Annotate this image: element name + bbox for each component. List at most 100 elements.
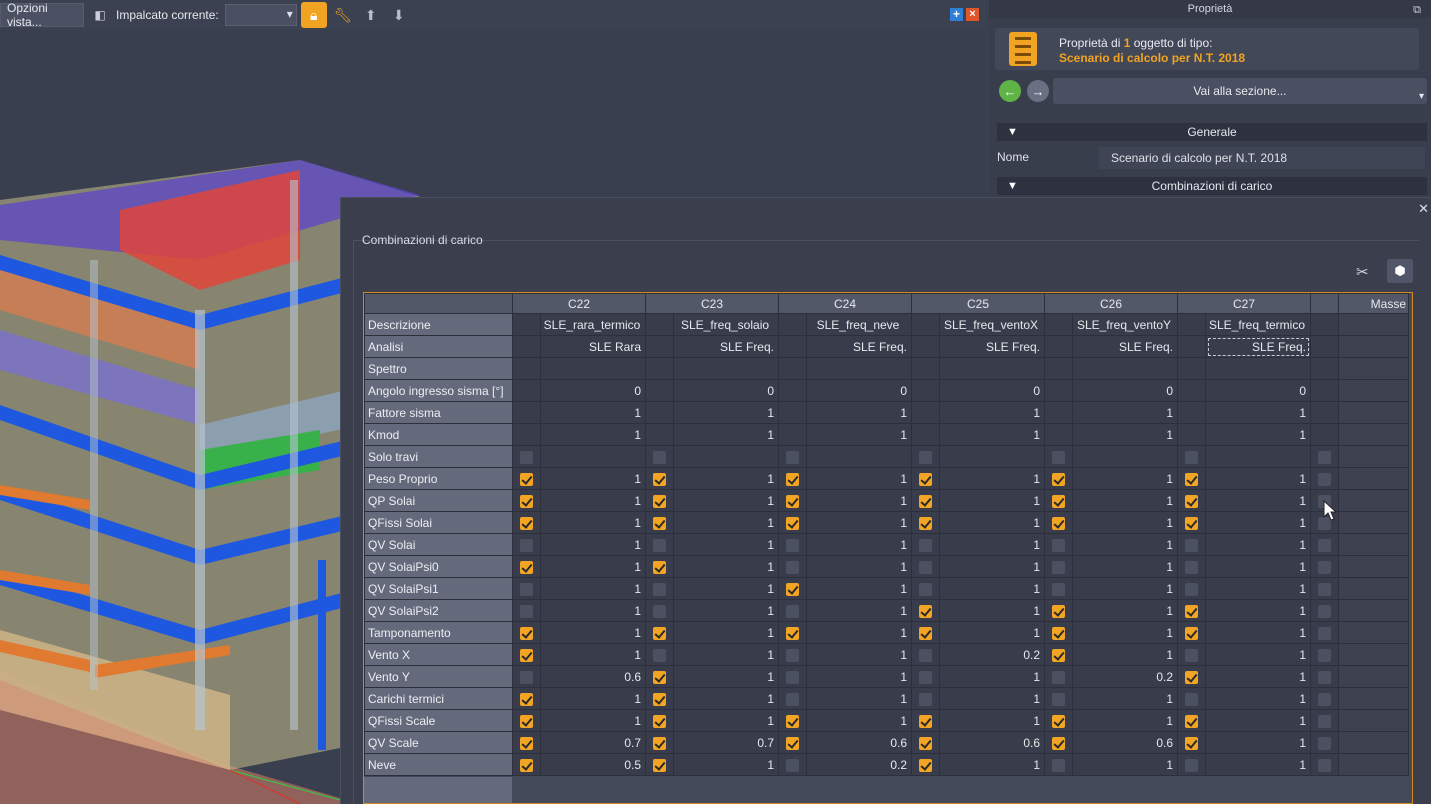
value-cell[interactable]: 1 [673, 621, 779, 644]
value-cell[interactable]: 1 [1072, 621, 1178, 644]
masses-cell[interactable] [1338, 753, 1409, 776]
value-cell[interactable]: 0 [540, 379, 646, 402]
value-cell[interactable]: 1 [939, 621, 1045, 644]
value-cell[interactable]: 1 [673, 489, 779, 512]
include-cell[interactable] [512, 753, 541, 776]
value-cell[interactable]: 1 [1072, 577, 1178, 600]
include-cell[interactable] [1044, 665, 1073, 688]
include-checkbox[interactable] [1185, 560, 1198, 574]
value-cell[interactable]: 1 [806, 555, 912, 578]
value-cell[interactable]: 1 [673, 467, 779, 490]
value-cell[interactable]: SLE Freq. [1072, 335, 1178, 358]
include-checkbox[interactable] [520, 560, 533, 574]
masses-cell[interactable] [1338, 665, 1409, 688]
value-cell[interactable]: 1 [806, 467, 912, 490]
masses-cell[interactable] [1338, 313, 1409, 336]
value-cell[interactable]: 1 [1205, 687, 1311, 710]
include-checkbox[interactable] [919, 670, 932, 684]
value-cell[interactable]: 1 [939, 599, 1045, 622]
include-checkbox[interactable] [919, 736, 932, 750]
include-cell[interactable] [512, 643, 541, 666]
masses-checkbox[interactable] [1318, 670, 1331, 684]
include-cell[interactable] [1177, 489, 1206, 512]
add-icon[interactable]: + [950, 8, 963, 21]
include-cell[interactable] [645, 489, 674, 512]
include-checkbox[interactable] [653, 494, 666, 508]
value-cell[interactable] [673, 445, 779, 468]
include-checkbox[interactable] [786, 472, 799, 486]
value-cell[interactable]: 1 [939, 709, 1045, 732]
include-checkbox[interactable] [1185, 538, 1198, 552]
include-cell[interactable] [911, 753, 940, 776]
include-checkbox[interactable] [653, 626, 666, 640]
masses-checkbox[interactable] [1318, 736, 1331, 750]
include-cell[interactable] [1177, 577, 1206, 600]
value-cell[interactable] [939, 357, 1045, 380]
include-cell[interactable] [911, 731, 940, 754]
value-cell[interactable] [540, 445, 646, 468]
include-checkbox[interactable] [1052, 758, 1065, 772]
value-cell[interactable]: 1 [673, 423, 779, 446]
value-cell[interactable]: SLE_freq_ventoX [939, 313, 1045, 336]
include-checkbox[interactable] [1052, 736, 1065, 750]
include-cell[interactable] [778, 643, 807, 666]
value-cell[interactable]: 0.7 [540, 731, 646, 754]
value-cell[interactable] [806, 357, 912, 380]
include-cell[interactable] [645, 555, 674, 578]
value-cell[interactable]: SLE_freq_ventoY [1072, 313, 1178, 336]
masses-check-cell[interactable] [1310, 577, 1339, 600]
include-checkbox[interactable] [653, 758, 666, 772]
include-checkbox[interactable] [1185, 516, 1198, 530]
value-cell[interactable]: 1 [806, 599, 912, 622]
include-checkbox[interactable] [1052, 604, 1065, 618]
value-cell[interactable]: 0.2 [1072, 665, 1178, 688]
include-checkbox[interactable] [1052, 648, 1065, 662]
value-cell[interactable]: 1 [1205, 753, 1311, 776]
include-cell[interactable] [645, 533, 674, 556]
include-cell[interactable] [512, 709, 541, 732]
forward-arrow-icon[interactable]: → [1027, 80, 1049, 102]
value-cell[interactable]: 1 [1205, 643, 1311, 666]
include-cell[interactable] [778, 511, 807, 534]
include-cell[interactable] [1177, 731, 1206, 754]
include-checkbox[interactable] [653, 516, 666, 530]
include-checkbox[interactable] [919, 450, 932, 464]
current-level-select[interactable] [224, 4, 297, 26]
include-cell[interactable] [778, 445, 807, 468]
masses-checkbox[interactable] [1318, 648, 1331, 662]
value-cell[interactable]: 1 [806, 423, 912, 446]
include-cell[interactable] [645, 511, 674, 534]
value-cell[interactable] [1205, 357, 1311, 380]
arrow-down-icon[interactable]: ⬇ [387, 3, 411, 27]
include-cell[interactable] [1044, 511, 1073, 534]
value-cell[interactable]: SLE Freq. [806, 335, 912, 358]
collapse-triangle-icon[interactable]: ▼ [1007, 177, 1018, 195]
include-checkbox[interactable] [786, 736, 799, 750]
value-cell[interactable]: SLE_rara_termico [540, 313, 646, 336]
value-cell[interactable]: 0.7 [673, 731, 779, 754]
include-checkbox[interactable] [1052, 582, 1065, 596]
value-cell[interactable]: 1 [1205, 511, 1311, 534]
value-cell[interactable]: SLE_freq_neve [806, 313, 912, 336]
include-cell[interactable] [778, 467, 807, 490]
include-cell[interactable] [1177, 687, 1206, 710]
value-cell[interactable]: 1 [1205, 401, 1311, 424]
include-checkbox[interactable] [1052, 692, 1065, 706]
include-checkbox[interactable] [520, 538, 533, 552]
value-cell[interactable]: 0.2 [806, 753, 912, 776]
value-cell[interactable]: 1 [540, 709, 646, 732]
include-cell[interactable] [1177, 643, 1206, 666]
masses-check-cell[interactable] [1310, 665, 1339, 688]
include-cell[interactable] [1044, 555, 1073, 578]
masses-cell[interactable] [1338, 335, 1409, 358]
include-cell[interactable] [778, 599, 807, 622]
value-cell[interactable]: 1 [939, 423, 1045, 446]
include-checkbox[interactable] [786, 648, 799, 662]
goto-section-dropdown[interactable]: Vai alla sezione... [1053, 78, 1427, 110]
value-cell[interactable] [1072, 445, 1178, 468]
include-cell[interactable] [1044, 533, 1073, 556]
include-cell[interactable] [1044, 489, 1073, 512]
include-checkbox[interactable] [919, 758, 932, 772]
include-checkbox[interactable] [919, 648, 932, 662]
include-checkbox[interactable] [653, 670, 666, 684]
